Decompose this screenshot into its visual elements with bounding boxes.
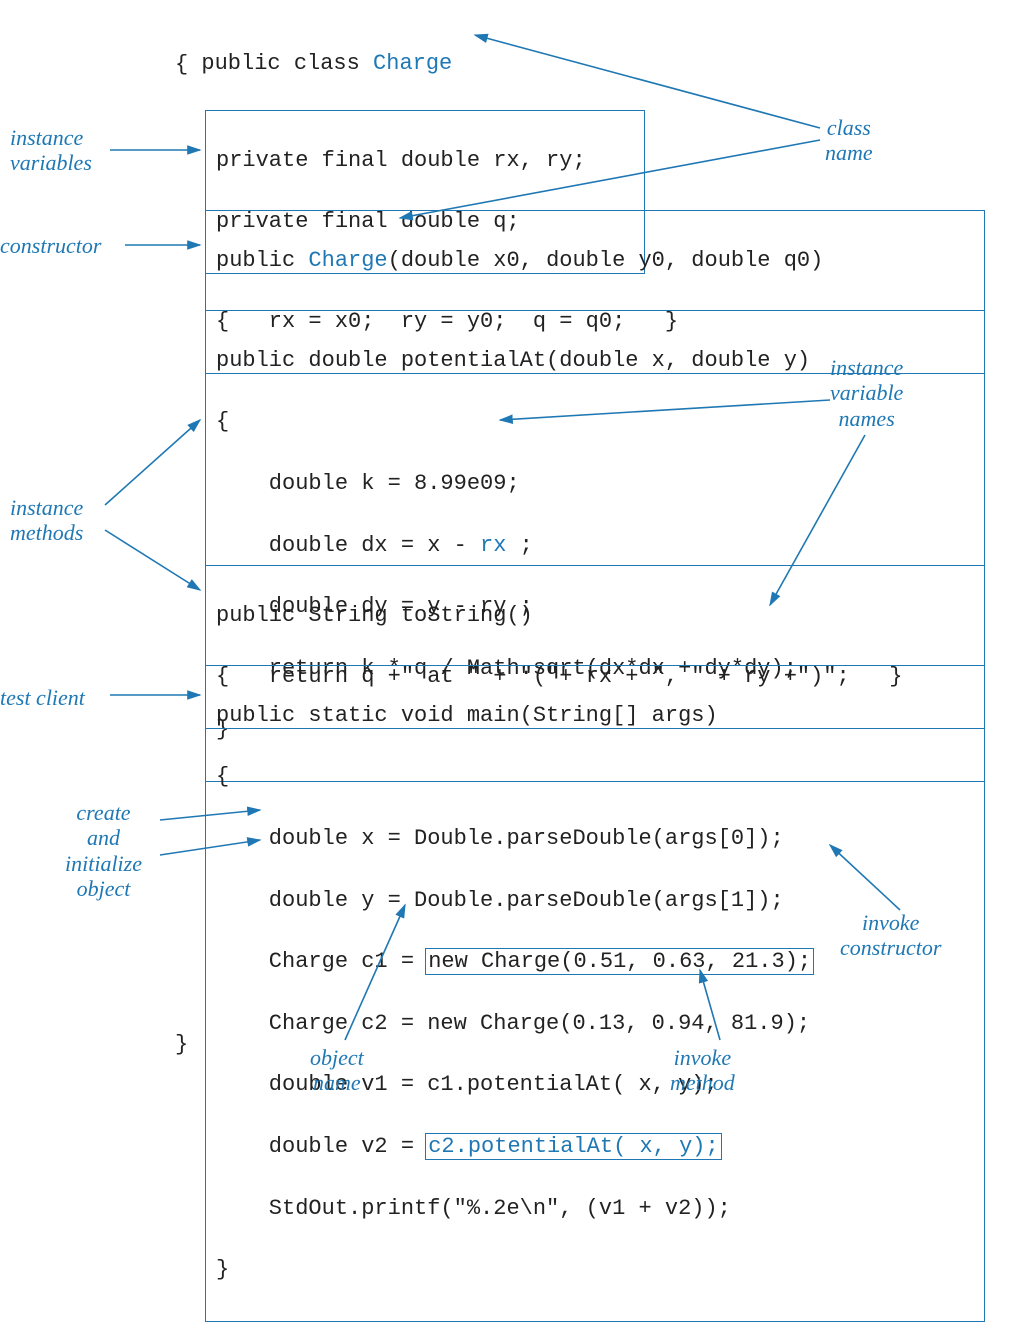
main-l10: } xyxy=(216,1255,974,1286)
label-create-initialize: createandinitializeobject xyxy=(65,800,142,901)
class-keywords: public class xyxy=(201,51,373,76)
ctor-params: (double x0, double y0, double q0) xyxy=(388,248,824,273)
label-instance-variable-names: instancevariablenames xyxy=(830,355,903,431)
pa-rx-token: rx xyxy=(480,533,506,558)
ctor-pre: public xyxy=(216,248,308,273)
class-name-token: Charge xyxy=(373,51,452,76)
label-class-name: classname xyxy=(825,115,873,166)
main-l5a: Charge c1 = xyxy=(216,949,427,974)
main-l8a: double v2 = xyxy=(216,1134,427,1159)
pa-l3: double k = 8.99e09; xyxy=(216,469,974,500)
main-l6: Charge c2 = new Charge(0.13, 0.94, 81.9)… xyxy=(216,1009,974,1040)
main-l1: public static void main(String[] args) xyxy=(216,701,974,732)
close-brace: } xyxy=(175,1030,188,1061)
label-object-name: objectname xyxy=(310,1045,364,1096)
new-charge-box: new Charge(0.51, 0.63, 21.3); xyxy=(425,948,814,975)
pa-l4a: double dx = x - xyxy=(216,533,480,558)
label-instance-methods: instancemethods xyxy=(10,495,83,546)
label-constructor: constructor xyxy=(0,233,101,258)
main-box: public static void main(String[] args) {… xyxy=(205,665,985,1322)
open-brace: { xyxy=(175,50,188,81)
invoke-method-box: c2.potentialAt( x, y); xyxy=(425,1133,721,1160)
ts-l1: public String toString() xyxy=(216,601,974,632)
ctor-name-token: Charge xyxy=(308,248,387,273)
label-test-client: test client xyxy=(0,685,85,710)
pa-l4c: ; xyxy=(506,533,532,558)
main-l2: { xyxy=(216,762,974,793)
ivars-line-1: private final double rx, ry; xyxy=(216,146,634,177)
label-invoke-constructor: invokeconstructor xyxy=(840,910,941,961)
label-instance-variables: instancevariables xyxy=(10,125,92,176)
label-invoke-method: invokemethod xyxy=(670,1045,735,1096)
main-l9: StdOut.printf("%.2e\n", (v1 + v2)); xyxy=(216,1194,974,1225)
main-l3: double x = Double.parseDouble(args[0]); xyxy=(216,824,974,855)
